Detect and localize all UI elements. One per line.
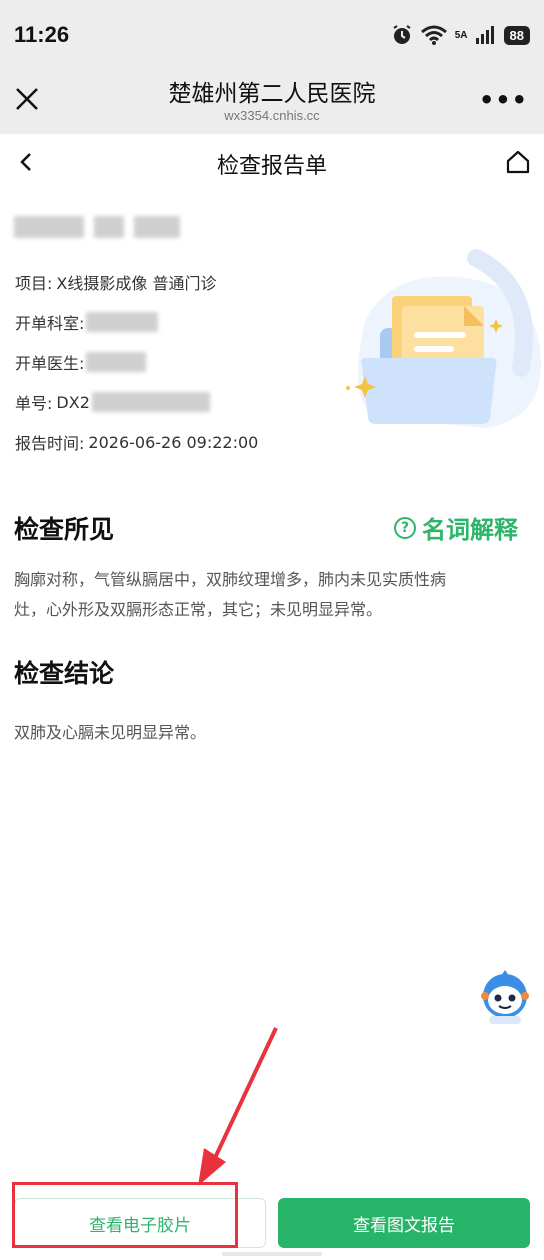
wifi-icon xyxy=(420,25,447,45)
view-image-report-button[interactable]: 查看图文报告 xyxy=(278,1198,530,1248)
report-time-value: 2026-06-26 09:22:00 xyxy=(88,432,259,452)
findings-title: 检查所见 xyxy=(14,515,115,544)
conclusion-title: 检查结论 xyxy=(14,659,115,688)
term-explain-link[interactable]: ? 名词解释 xyxy=(394,510,518,545)
conclusion-text: 双肺及心膈未见明显异常。 xyxy=(14,723,207,742)
project-row: 项目: X线摄影成像 普通门诊 xyxy=(15,262,258,302)
battery-indicator: 88 xyxy=(503,25,530,45)
wechat-title-bar: 楚雄州第二人民医院 wx3354.cnhis.cc ••• xyxy=(0,64,544,134)
findings-line-2: 灶，心外形及双膈形态正常，其它；未见明显异常。 xyxy=(14,600,383,619)
more-options-icon[interactable]: ••• xyxy=(479,86,528,114)
network-type: 5A xyxy=(454,29,468,41)
number-label: 单号: xyxy=(15,394,53,413)
findings-line-1: 胸廓对称，气管纵膈居中，双肺纹理增多，肺内未见实质性病 xyxy=(14,570,447,589)
report-info: 项目: X线摄影成像 普通门诊 开单科室: 开单医生: 单号: DX2 报告时间… xyxy=(15,262,258,462)
folder-illustration xyxy=(346,249,542,428)
alarm-icon xyxy=(393,25,411,44)
status-bar: 11:26 5A 88 xyxy=(0,0,544,64)
doctor-redacted xyxy=(86,352,147,372)
report-time-label: 报告时间: xyxy=(15,434,85,453)
doctor-label: 开单医生: xyxy=(15,354,85,373)
findings-text: 胸廓对称，气管纵膈居中，双肺纹理增多，肺内未见实质性病 灶，心外形及双膈形态正常… xyxy=(14,565,532,625)
project-value: X线摄影成像 普通门诊 xyxy=(56,274,217,293)
home-indicator xyxy=(222,1252,322,1256)
status-time: 11:26 xyxy=(14,22,70,47)
doctor-row: 开单医生: xyxy=(15,342,258,382)
help-icon: ? xyxy=(394,516,416,539)
department-row: 开单科室: xyxy=(15,302,258,342)
department-label: 开单科室: xyxy=(15,314,85,333)
number-row: 单号: DX2 xyxy=(15,382,258,422)
page-nav-bar: 检查报告单 xyxy=(0,134,544,190)
patient-name-redacted xyxy=(14,216,180,238)
hospital-title: 楚雄州第二人民医院 xyxy=(168,81,376,107)
assistant-robot-icon[interactable] xyxy=(479,968,531,1026)
page-url: wx3354.cnhis.cc xyxy=(224,108,320,123)
annotation-highlight-box xyxy=(12,1182,238,1248)
department-redacted xyxy=(86,312,159,332)
page-title: 检查报告单 xyxy=(216,154,327,179)
number-prefix: DX2 xyxy=(56,392,90,412)
number-redacted xyxy=(91,392,210,412)
status-icons: 5A 88 xyxy=(391,24,530,46)
home-icon[interactable] xyxy=(504,148,532,176)
project-label: 项目: xyxy=(15,274,53,293)
term-explain-label: 名词解释 xyxy=(422,516,518,544)
report-time-row: 报告时间: 2026-06-26 09:22:00 xyxy=(15,422,258,462)
signal-icon xyxy=(475,26,494,44)
